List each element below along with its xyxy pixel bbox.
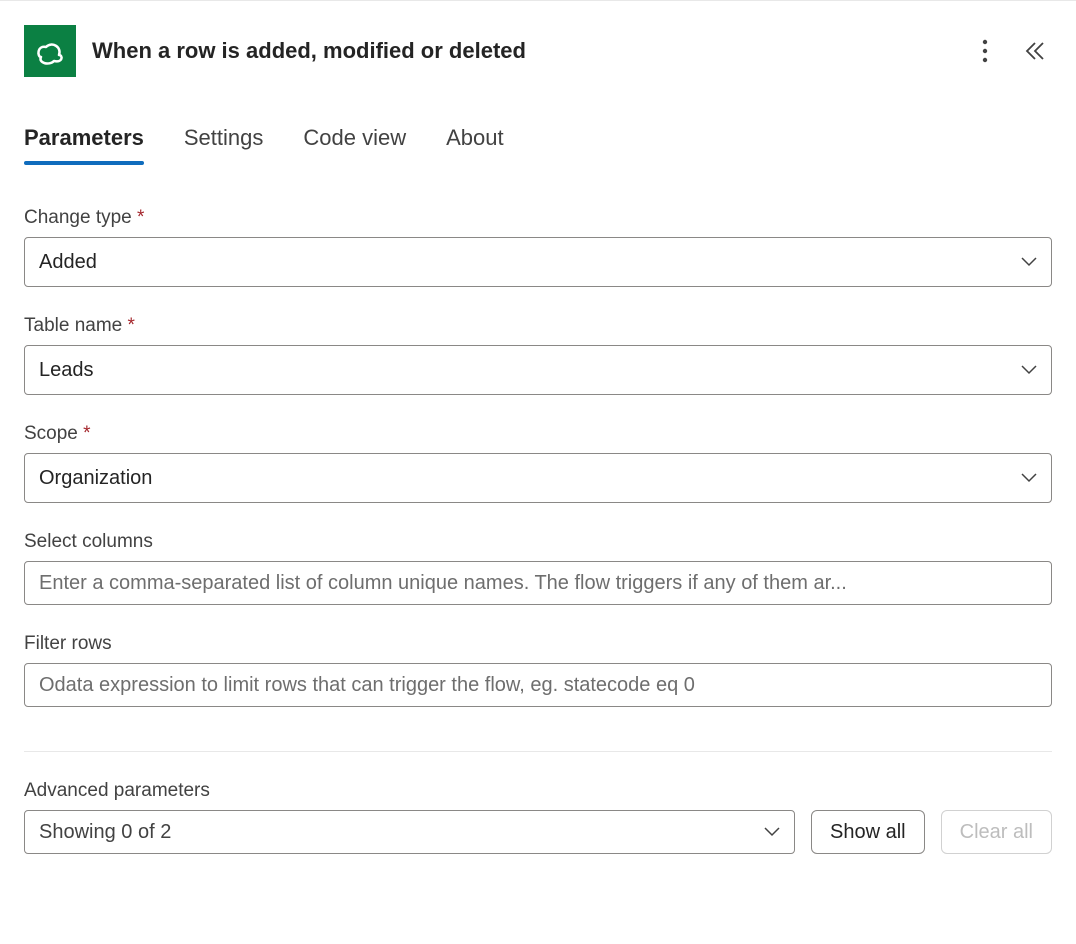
- chevron-down-icon: [1021, 257, 1037, 267]
- collapse-button[interactable]: [1018, 34, 1052, 68]
- panel-header: When a row is added, modified or deleted: [24, 25, 1052, 77]
- dataverse-icon: [24, 25, 76, 77]
- panel-title: When a row is added, modified or deleted: [92, 38, 960, 64]
- chevron-down-icon: [764, 827, 780, 837]
- filter-rows-input[interactable]: [24, 663, 1052, 707]
- chevron-down-icon: [1021, 473, 1037, 483]
- tab-code-view[interactable]: Code view: [303, 125, 406, 163]
- show-all-button[interactable]: Show all: [811, 810, 925, 854]
- chevron-double-left-icon: [1024, 40, 1046, 62]
- scope-dropdown[interactable]: Organization: [24, 453, 1052, 503]
- scope-label: Scope *: [24, 423, 1052, 445]
- tab-about[interactable]: About: [446, 125, 504, 163]
- advanced-parameters-value: Showing 0 of 2: [39, 821, 764, 844]
- tab-parameters[interactable]: Parameters: [24, 125, 144, 163]
- table-name-label: Table name *: [24, 315, 1052, 337]
- more-vertical-icon: [982, 39, 988, 63]
- more-options-button[interactable]: [976, 33, 994, 69]
- chevron-down-icon: [1021, 365, 1037, 375]
- divider: [24, 751, 1052, 752]
- tab-list: Parameters Settings Code view About: [24, 125, 1052, 163]
- tab-settings[interactable]: Settings: [184, 125, 264, 163]
- scope-value: Organization: [39, 467, 1021, 490]
- advanced-parameters-dropdown[interactable]: Showing 0 of 2: [24, 810, 795, 854]
- filter-rows-label: Filter rows: [24, 633, 1052, 655]
- clear-all-button[interactable]: Clear all: [941, 810, 1052, 854]
- advanced-parameters-label: Advanced parameters: [24, 780, 1052, 802]
- table-name-value: Leads: [39, 359, 1021, 382]
- change-type-value: Added: [39, 251, 1021, 274]
- select-columns-label: Select columns: [24, 531, 1052, 553]
- change-type-dropdown[interactable]: Added: [24, 237, 1052, 287]
- change-type-label: Change type *: [24, 207, 1052, 229]
- table-name-dropdown[interactable]: Leads: [24, 345, 1052, 395]
- select-columns-input[interactable]: [24, 561, 1052, 605]
